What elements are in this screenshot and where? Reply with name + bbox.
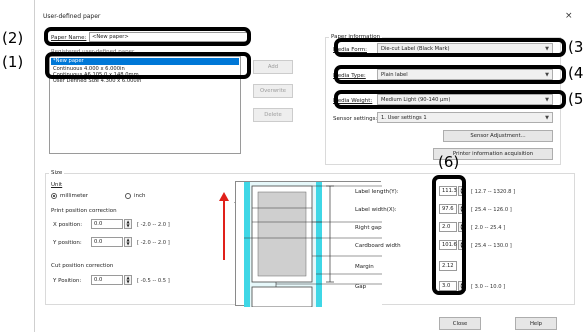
delete-button[interactable]: Delete: [253, 108, 293, 122]
highlight-paper-list: [45, 52, 251, 79]
cut-y-position-range: [ -0.5 -- 0.5 ]: [137, 278, 170, 284]
y-position-range: [ -2.0 -- 2.0 ]: [137, 240, 170, 246]
y-position-spinner[interactable]: ▲ ▼: [124, 237, 132, 247]
y-position-input[interactable]: 0.0: [91, 237, 123, 247]
highlight-dimensions: [432, 175, 466, 295]
dimension-label: Gap: [355, 284, 367, 290]
callout-4: (4): [568, 64, 583, 82]
dimension-label: Label length(Y):: [355, 189, 399, 195]
close-window-icon[interactable]: ×: [565, 11, 573, 21]
sensor-settings-select[interactable]: 1. User settings 1 ▼: [377, 112, 553, 123]
unit-label: Unit: [51, 182, 63, 188]
callout-3: (3): [568, 38, 583, 56]
cut-y-position-input[interactable]: 0.0: [91, 275, 123, 285]
overwrite-button[interactable]: Overwrite: [253, 84, 293, 98]
dimension-range: [ 3.0 -- 10.0 ]: [471, 284, 506, 290]
highlight-media-type: [334, 65, 566, 84]
cut-y-position-spinner[interactable]: ▲ ▼: [124, 275, 132, 285]
highlight-media-weight: [334, 90, 566, 109]
dimension-range: [ 25.4 -- 130.0 ]: [471, 243, 512, 249]
chevron-down-icon: ▼: [545, 114, 549, 121]
unit-millimeter-radio[interactable]: [51, 193, 57, 199]
callout-1: (1): [2, 53, 24, 71]
unit-millimeter-label: millimeter: [60, 193, 89, 199]
x-position-label: X position:: [53, 222, 83, 228]
x-position-range: [ -2.0 -- 2.0 ]: [137, 222, 170, 228]
x-position-input[interactable]: 0.0: [91, 219, 123, 229]
dimension-label: Right gap: [355, 225, 382, 231]
callout-6: (6): [438, 153, 460, 171]
dimension-label: Label width(X):: [355, 207, 397, 213]
dimension-label: Cardboard width: [355, 243, 401, 249]
help-button[interactable]: Help: [515, 317, 557, 330]
callout-2: (2): [2, 29, 24, 47]
cut-position-title: Cut position correction: [51, 263, 114, 269]
x-position-spinner[interactable]: ▲ ▼: [124, 219, 132, 229]
add-button[interactable]: Add: [253, 60, 293, 74]
callout-5: (5): [568, 90, 583, 108]
dimension-label: Margin: [355, 264, 374, 270]
dimension-range: [ 25.4 -- 126.0 ]: [471, 207, 512, 213]
unit-inch-radio[interactable]: [125, 193, 131, 199]
unit-inch-label: inch: [134, 193, 146, 199]
close-button[interactable]: Close: [439, 317, 481, 330]
size-title: Size: [49, 170, 65, 176]
window-title: User-defined paper: [43, 13, 101, 20]
dimension-range: [ 2.0 -- 25.4 ]: [471, 225, 506, 231]
highlight-media-form: [334, 38, 566, 57]
feed-direction-arrow-icon: [219, 192, 229, 260]
dimension-range: [ 12.7 -- 1320.8 ]: [471, 189, 516, 195]
y-position-label: Y position:: [53, 240, 82, 246]
sensor-settings-label: Sensor settings:: [333, 116, 378, 122]
highlight-paper-name: [44, 27, 251, 46]
print-position-title: Print position correction: [51, 208, 117, 214]
cut-y-position-label: Y Position:: [53, 278, 82, 284]
sensor-adjustment-button[interactable]: Sensor Adjustment...: [443, 130, 553, 142]
